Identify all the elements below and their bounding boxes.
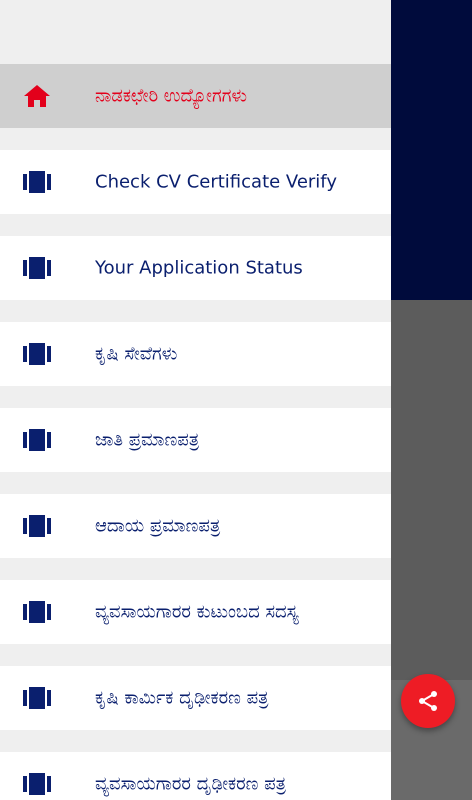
menu-item-agri-labour-certificate[interactable]: ಕೃಷಿ ಕಾರ್ಮಿಕ ದೃಢೀಕರಣ ಪತ್ರ xyxy=(0,666,391,730)
card-icon xyxy=(23,514,51,538)
menu-item-label: Your Application Status xyxy=(95,257,303,279)
card-icon xyxy=(23,428,51,452)
navigation-drawer: ನಾಡಕಛೇರಿ ಉದ್ಯೋಗಗಳು Check CV Certificate … xyxy=(0,0,391,800)
menu-item-label: ವ್ಯವಸಾಯಗಾರರ ದೃಢೀಕರಣ ಪತ್ರ xyxy=(95,773,286,795)
card-icon xyxy=(23,170,51,194)
menu-item-caste-certificate[interactable]: ಜಾತಿ ಪ್ರಮಾಣಪತ್ರ xyxy=(0,408,391,472)
menu-item-label: ಕೃಷಿ ಸೇವೆಗಳು xyxy=(95,343,178,365)
menu-item-application-status[interactable]: Your Application Status xyxy=(0,236,391,300)
divider xyxy=(0,472,391,494)
divider xyxy=(0,730,391,752)
card-icon xyxy=(23,600,51,624)
menu-item-label: ನಾಡಕಛೇರಿ ಉದ್ಯೋಗಗಳು xyxy=(95,85,247,107)
menu-item-label: ವ್ಯವಸಾಯಗಾರರ ಕುಟುಂಬದ ಸದಸ್ಯ xyxy=(95,601,299,623)
menu-item-farmer-family-member[interactable]: ವ್ಯವಸಾಯಗಾರರ ಕುಟುಂಬದ ಸದಸ್ಯ xyxy=(0,580,391,644)
share-button[interactable] xyxy=(401,674,455,728)
menu-item-income-certificate[interactable]: ಆದಾಯ ಪ್ರಮಾಣಪತ್ರ xyxy=(0,494,391,558)
divider xyxy=(0,214,391,236)
menu-item-check-cv-certificate[interactable]: Check CV Certificate Verify xyxy=(0,150,391,214)
drawer-header xyxy=(0,0,391,64)
card-icon xyxy=(23,686,51,710)
divider xyxy=(0,386,391,408)
menu-item-label: ಆದಾಯ ಪ್ರಮಾಣಪತ್ರ xyxy=(95,515,221,537)
card-icon xyxy=(23,342,51,366)
divider xyxy=(0,644,391,666)
divider xyxy=(0,128,391,150)
menu-item-nadakacheri-jobs[interactable]: ನಾಡಕಛೇರಿ ಉದ್ಯೋಗಗಳು xyxy=(0,64,391,128)
menu-item-label: ಜಾತಿ ಪ್ರಮಾಣಪತ್ರ xyxy=(95,429,200,451)
share-icon xyxy=(416,689,440,713)
menu-item-farmer-certificate[interactable]: ವ್ಯವಸಾಯಗಾರರ ದೃಢೀಕರಣ ಪತ್ರ xyxy=(0,752,391,800)
divider xyxy=(0,558,391,580)
divider xyxy=(0,300,391,322)
card-icon xyxy=(23,256,51,280)
card-icon xyxy=(23,772,51,796)
menu-item-label: ಕೃಷಿ ಕಾರ್ಮಿಕ ದೃಢೀಕರಣ ಪತ್ರ xyxy=(95,687,269,709)
menu-item-agriculture-services[interactable]: ಕೃಷಿ ಸೇವೆಗಳು xyxy=(0,322,391,386)
home-icon xyxy=(23,84,51,108)
menu-item-label: Check CV Certificate Verify xyxy=(95,171,337,193)
